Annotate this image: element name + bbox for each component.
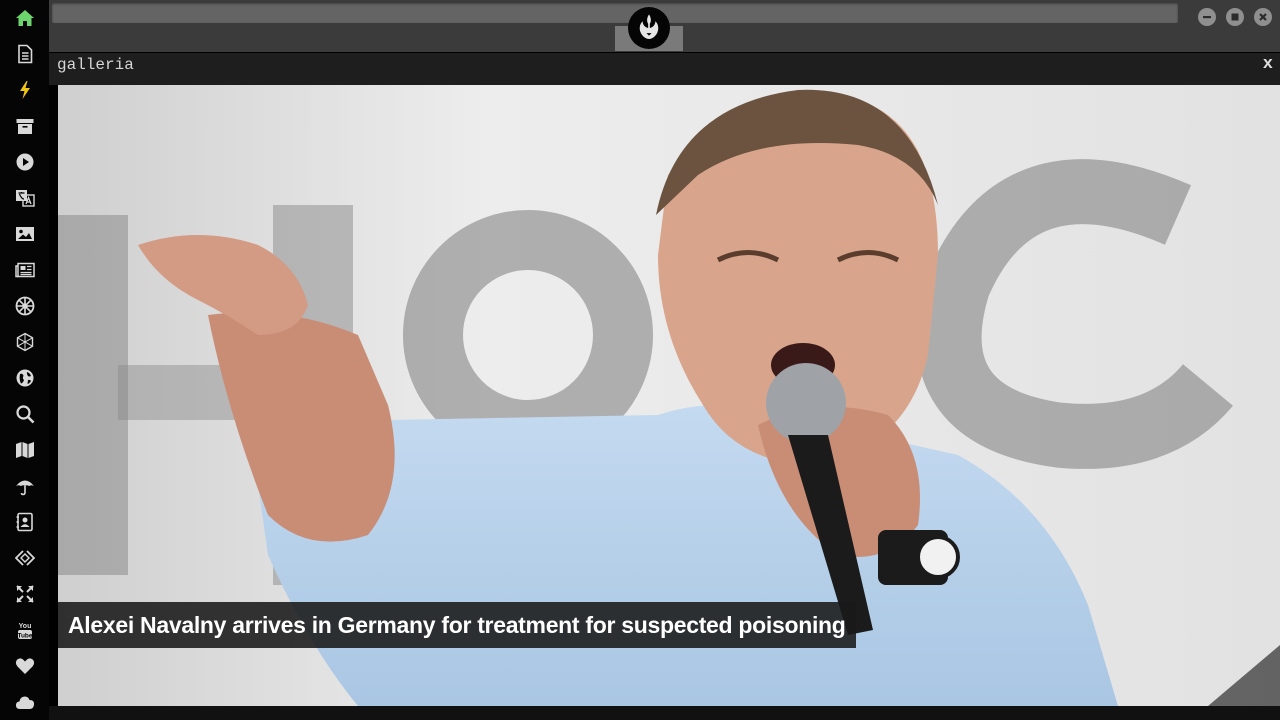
maximize-icon — [1231, 13, 1239, 21]
sidebar-item-expand[interactable] — [12, 581, 38, 607]
sidebar: You Tube — [0, 0, 49, 720]
gallery-close-button[interactable]: x — [1263, 55, 1273, 74]
archive-icon — [16, 119, 34, 134]
home-icon — [16, 10, 34, 26]
svg-text:Tube: Tube — [17, 632, 32, 639]
heart-icon — [15, 658, 35, 674]
youtube-icon: You Tube — [17, 623, 32, 639]
search-icon — [16, 405, 35, 424]
sidebar-item-play[interactable] — [12, 149, 38, 175]
photo-caption: Alexei Navalny arrives in Germany for tr… — [58, 602, 856, 648]
sidebar-item-cloud[interactable] — [12, 689, 38, 715]
sidebar-item-code[interactable] — [12, 545, 38, 571]
bottom-strip — [49, 706, 1280, 720]
sidebar-item-map[interactable] — [12, 437, 38, 463]
newspaper-icon — [15, 262, 35, 278]
translate-icon — [16, 190, 35, 207]
minimize-icon — [1203, 16, 1211, 19]
globe-icon — [16, 369, 34, 387]
hexagon-net-icon — [16, 332, 34, 352]
close-window-button[interactable] — [1254, 8, 1272, 26]
close-icon — [1259, 13, 1267, 21]
map-icon — [16, 442, 34, 458]
code-icon — [15, 550, 35, 566]
sidebar-item-home[interactable] — [12, 5, 38, 31]
minimize-button[interactable] — [1198, 8, 1216, 26]
sidebar-item-search[interactable] — [12, 401, 38, 427]
lightning-icon — [20, 81, 30, 99]
sidebar-item-hexagon-net[interactable] — [12, 329, 38, 355]
sidebar-item-image[interactable] — [12, 221, 38, 247]
address-bar[interactable] — [52, 3, 1178, 23]
expand-icon — [16, 585, 34, 603]
rebel-alliance-icon[interactable] — [628, 7, 670, 49]
sidebar-item-globe[interactable] — [12, 365, 38, 391]
cloud-icon — [15, 696, 35, 709]
sidebar-item-translate[interactable] — [12, 185, 38, 211]
umbrella-icon — [16, 480, 34, 496]
svg-text:You: You — [19, 623, 32, 630]
document-icon — [18, 44, 33, 64]
sidebar-item-document[interactable] — [12, 41, 38, 67]
play-icon — [16, 153, 34, 171]
sidebar-item-newspaper[interactable] — [12, 257, 38, 283]
sidebar-item-contact-book[interactable] — [12, 509, 38, 535]
empire-icon — [15, 296, 35, 316]
image-icon — [16, 227, 34, 241]
maximize-button[interactable] — [1226, 8, 1244, 26]
contact-book-icon — [16, 512, 33, 532]
sidebar-item-heart[interactable] — [12, 653, 38, 679]
sidebar-item-youtube[interactable]: You Tube — [12, 617, 38, 643]
sidebar-item-empire[interactable] — [12, 293, 38, 319]
sidebar-item-lightning[interactable] — [12, 77, 38, 103]
sidebar-item-archive[interactable] — [12, 113, 38, 139]
gallery-title: galleria — [57, 56, 134, 74]
gallery-header: galleria x — [49, 53, 1280, 85]
sidebar-item-umbrella[interactable] — [12, 473, 38, 499]
top-bar — [49, 0, 1280, 52]
